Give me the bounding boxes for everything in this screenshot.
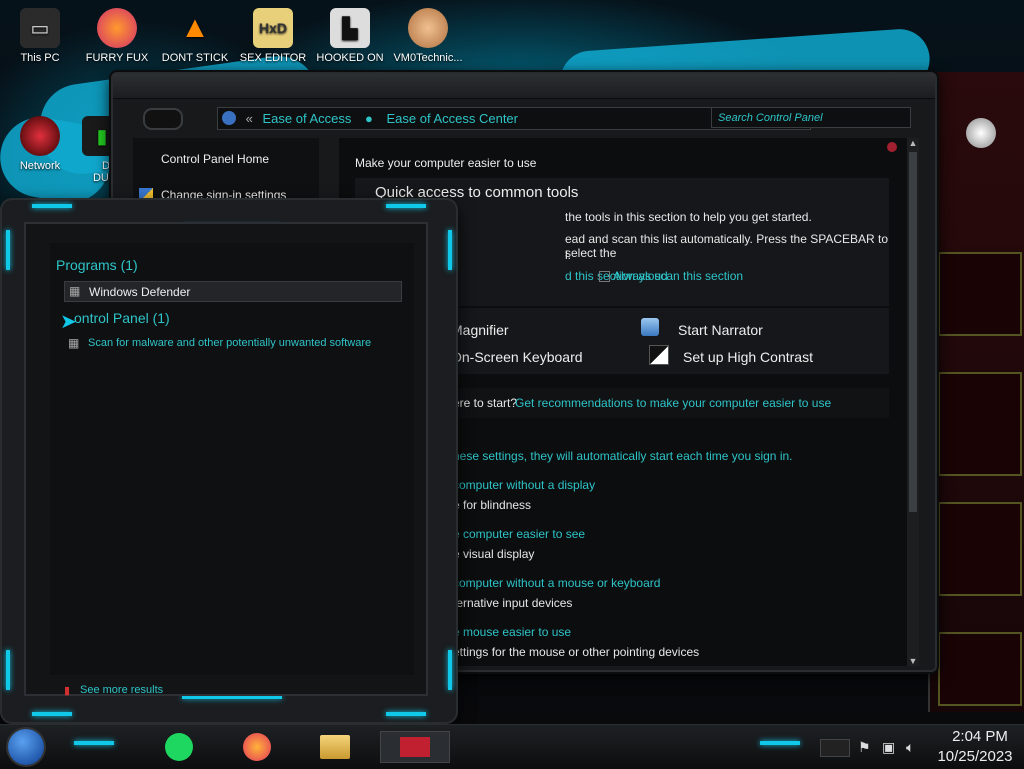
scroll-thumb[interactable] [909,152,917,512]
gadget-bar [938,252,1022,336]
setting-desc: ternative input devices [453,596,573,610]
page-title: Make your computer easier to use [355,156,537,170]
taskbar-firefox-icon[interactable] [240,731,274,763]
chevron-double-icon[interactable]: « [246,111,253,126]
gadget-bar [938,632,1022,706]
quick-access-text-3: l. [565,248,571,262]
explore-text: hese settings, they will automatically s… [453,449,793,463]
firefox-icon [97,8,137,48]
clock-date[interactable]: 10/25/2023 [930,748,1020,765]
nav-buttons [143,108,203,130]
frame-glow [32,712,72,716]
results-group-programs: Programs (1) [56,257,138,273]
quick-access-heading: Quick access to common tools [375,184,579,201]
desktop-icon-dont-stick[interactable]: ▲ DONT STICK [157,8,233,64]
setting-desc: e visual display [453,547,535,561]
always-scan-checkbox[interactable] [599,271,610,282]
castle-icon: ▦ [69,284,81,298]
link-control-panel-home[interactable]: Control Panel Home [161,152,269,166]
setting-link[interactable]: computer without a mouse or keyboard [453,576,660,590]
gadget-panel [928,72,1024,712]
desktop-icon-furry-fux[interactable]: FURRY FUX [79,8,155,64]
user-icon [408,8,448,48]
network-tray-icon[interactable]: ▣ [882,739,895,756]
breadcrumb-ease-of-access-center[interactable]: Ease of Access Center [386,111,518,126]
scroll-down-arrow-icon[interactable]: ▼ [907,656,919,666]
flag-icon[interactable]: ⚑ [858,739,871,756]
breadcrumb-separator-icon: ● [365,111,373,126]
recommendations-link[interactable]: Get recommendations to make your compute… [515,396,831,410]
hxd-icon: HxD [253,8,293,48]
back-forward-icon[interactable] [143,108,183,130]
start-button[interactable] [8,729,44,765]
frame-glow [182,696,282,699]
frame-glow [32,204,72,208]
vlc-cone-icon: ▲ [180,11,210,44]
quick-access-text: the tools in this section to help you ge… [565,210,812,224]
setting-desc: e for blindness [453,498,532,512]
maze-icon: ▙ [330,8,370,48]
start-search-flyout: Programs (1) ▦ Windows Defender ➤ ontrol… [2,200,456,722]
results-group-control-panel: ontrol Panel (1) [74,310,170,326]
breadcrumb-ease-of-access[interactable]: Ease of Access [262,111,351,126]
setting-link[interactable]: computer without a display [453,478,595,492]
setting-link[interactable]: e computer easier to see [453,527,585,541]
volume-icon[interactable]: 🔈︎ [906,739,914,756]
alien-logo-icon [966,118,996,148]
control-panel-icon [222,111,236,125]
search-input[interactable]: Search Control Panel [711,107,911,128]
arrow-right-icon: ▮ [64,685,71,697]
frame-glow [448,230,452,270]
window-titlebar[interactable] [113,74,935,99]
gadget-bar [938,502,1022,596]
computer-icon: ▭ [20,8,60,48]
tool-on-screen-keyboard[interactable]: On-Screen Keyboard [451,349,583,365]
frame-glow [6,230,10,270]
frame-glow [448,650,452,690]
not-sure-text: ere to start? [453,396,518,410]
desktop-icon-hooked-on[interactable]: ▙ HOOKED ON [312,8,388,64]
result-item-scan-malware[interactable]: ▦ Scan for malware and other potentially… [64,335,404,353]
tool-magnifier[interactable]: Magnifier [451,322,509,338]
network-icon [20,116,60,156]
desktop-icon-sex-editor[interactable]: HxD SEX EDITOR [235,8,311,64]
always-scan-label[interactable]: Always scan this section [613,269,743,283]
high-contrast-icon [649,345,669,365]
see-more-results-link[interactable]: See more results [80,684,163,696]
vertical-scrollbar[interactable]: ▲ ▼ [907,138,919,666]
gadget-bar [938,372,1022,476]
desktop-icon-vm0technic[interactable]: VM0Technic... [390,8,466,64]
clock-time[interactable]: 2:04 PM [940,728,1020,745]
frame-glow [74,741,114,745]
desktop-icon-this-pc[interactable]: ▭ This PC [2,8,78,64]
tool-set-up-high-contrast[interactable]: Set up High Contrast [683,349,813,365]
setting-link[interactable]: e mouse easier to use [453,625,571,639]
setting-desc: ettings for the mouse or other pointing … [453,645,700,659]
castle-icon: ▦ [68,336,80,350]
taskbar-spotify-icon[interactable] [162,731,196,763]
help-icon[interactable] [887,142,897,152]
frame-glow [386,712,426,716]
search-results: Programs (1) ▦ Windows Defender ➤ ontrol… [50,243,414,675]
tool-start-narrator[interactable]: Start Narrator [678,322,763,338]
frame-glow [760,741,800,745]
scroll-up-arrow-icon[interactable]: ▲ [907,138,919,148]
taskbar: ⚑ ▣ 🔈︎ 2:04 PM 10/25/2023 [0,724,1024,769]
frame-glow [6,650,10,690]
taskbar-control-panel-icon[interactable] [380,731,450,763]
quick-access-text-2: ead and scan this list automatically. Pr… [565,232,889,260]
frame-glow [386,204,426,208]
result-item-windows-defender[interactable]: ▦ Windows Defender [64,281,402,302]
show-desktop-button[interactable] [820,739,850,757]
taskbar-file-explorer-icon[interactable] [318,731,352,763]
narrator-icon [641,318,659,336]
